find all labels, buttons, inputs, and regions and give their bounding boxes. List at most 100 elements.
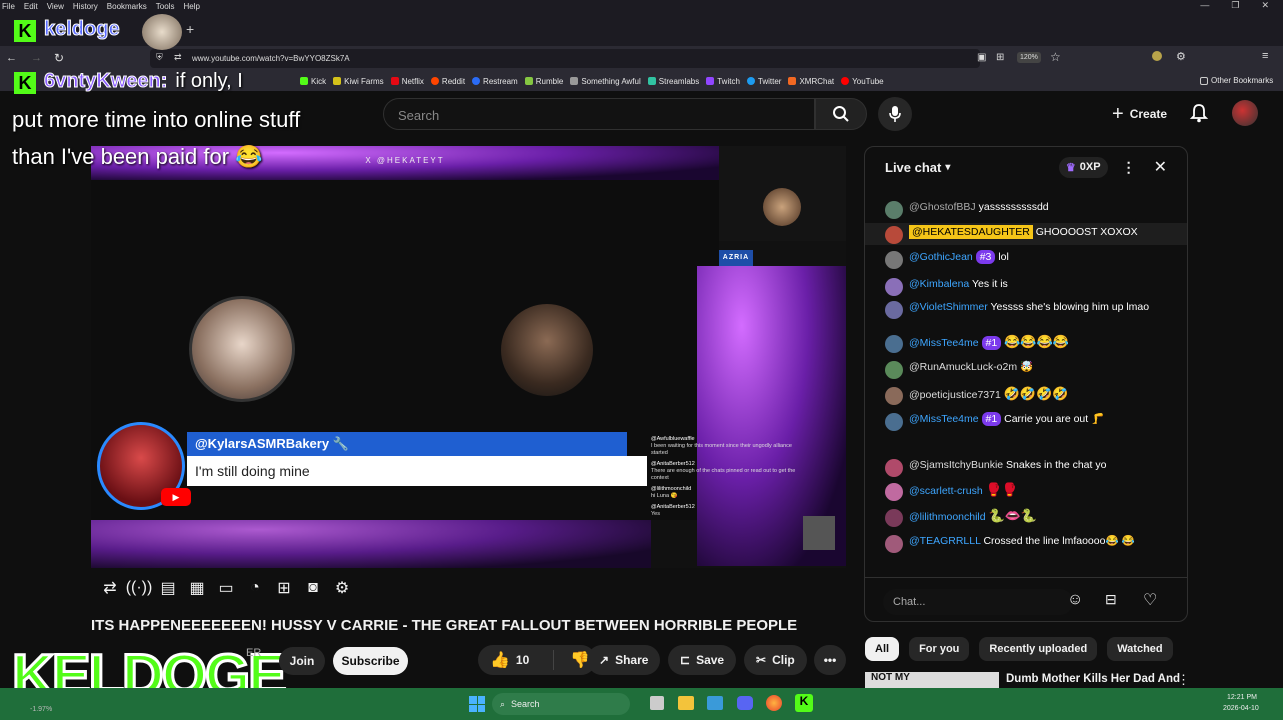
chat-message[interactable]: @lilithmoonchild 🐍👄🐍 [885, 509, 1175, 527]
dislike-button[interactable]: 👎 [560, 650, 590, 670]
bookmark-xmrchat[interactable]: XMRChat [788, 77, 834, 86]
file-explorer-icon[interactable] [678, 696, 694, 710]
bookmark-twitch[interactable]: Twitch [706, 77, 740, 86]
chat-message[interactable]: @VioletShimmer Yessss she's blowing him … [885, 301, 1175, 319]
discord-icon[interactable] [737, 696, 753, 710]
forward-icon[interactable]: → [31, 52, 42, 64]
bookmark-restream[interactable]: Restream [472, 77, 518, 86]
like-button[interactable]: 👍 10 [478, 650, 554, 670]
account-avatar[interactable] [1232, 100, 1258, 126]
bookmark-rumble[interactable]: Rumble [524, 77, 563, 86]
chat-message[interactable]: @poeticjustice7371 🤣🤣🤣🤣 [885, 387, 1175, 405]
menu-edit[interactable]: Edit [24, 2, 38, 11]
bookmark-reddit[interactable]: Reddit [430, 77, 465, 86]
chip-all[interactable]: All [865, 637, 900, 661]
chat-title[interactable]: Live chat [885, 160, 941, 175]
chat-message[interactable]: @HEKATESDAUGHTER GHOOOOST XOXOX [885, 225, 1175, 244]
close-chat-icon[interactable]: ✕ [1154, 157, 1167, 177]
menu-bookmarks[interactable]: Bookmarks [107, 2, 147, 11]
address-bar[interactable]: ⛨ ⇄ www.youtube.com/watch?v=BwYYO8ZSk7A [150, 49, 980, 68]
video-title: ITS HAPPENEEEEEEEN! HUSSY V CARRIE - THE… [91, 617, 798, 634]
chip-for-you[interactable]: For you [909, 637, 970, 661]
chat-message[interactable]: @RunAmuckLuck-o2m 🤯 [885, 361, 1175, 379]
video-player[interactable]: X @HEKATEYT AZRIA ▶ @KylarsASMRBakery 🔧 … [91, 146, 846, 568]
extension-icon[interactable] [1152, 51, 1162, 61]
chip-recently-uploaded[interactable]: Recently uploaded [979, 637, 1098, 661]
save-button[interactable]: ⊏ Save [668, 645, 737, 675]
reload-icon[interactable]: ↻ [54, 51, 64, 65]
speed-icon[interactable]: ◔ [245, 578, 265, 598]
bookmark-somethingawful[interactable]: Something Awful [570, 77, 641, 86]
settings-gear-icon[interactable]: ⚙ [332, 578, 352, 598]
subtitles-icon[interactable]: ▤ [158, 578, 178, 598]
super-chat-icon[interactable]: ⊟ [1105, 591, 1117, 608]
bookmark-netflix[interactable]: Netflix [390, 77, 424, 86]
xp-badge[interactable]: ♛ 0XP [1058, 156, 1108, 178]
menu-file[interactable]: File [2, 2, 15, 11]
search-input[interactable]: Search [383, 98, 815, 130]
join-button[interactable]: Join [279, 647, 325, 675]
hamburger-menu-icon[interactable]: ≡ [1262, 50, 1268, 62]
rec-more-icon[interactable]: ⋮ [1177, 672, 1190, 688]
bookmark-kick[interactable]: Kick [300, 77, 326, 86]
chat-input[interactable]: Chat... [883, 589, 1073, 615]
emoji-icon[interactable]: ☺ [1067, 591, 1083, 609]
menu-history[interactable]: History [73, 2, 98, 11]
search-button[interactable] [815, 98, 867, 130]
voice-search-button[interactable] [878, 97, 912, 131]
repeat-icon[interactable]: ⇄ [100, 578, 120, 598]
chat-message[interactable]: @MissTee4me #1 Carrie you are out 🦵 [885, 412, 1175, 431]
clapper-icon[interactable]: ▦ [187, 578, 207, 598]
lock-icon[interactable]: ⇄ [174, 52, 182, 63]
chat-avatar [885, 509, 903, 527]
create-button[interactable]: + Create [1104, 99, 1175, 129]
zoom-level[interactable]: 120% [1017, 52, 1041, 63]
shield-icon[interactable]: ⛨ [156, 52, 163, 63]
menu-view[interactable]: View [47, 2, 64, 11]
bookmark-kiwifarms[interactable]: Kiwi Farms [333, 77, 384, 86]
chat-message[interactable]: @scarlett-crush 🥊🥊 [885, 483, 1175, 501]
more-vertical-icon[interactable]: ⋮ [1122, 159, 1136, 176]
share-button[interactable]: ↗ Share [587, 645, 661, 675]
chat-message[interactable]: @GothicJean #3 lol [885, 250, 1175, 269]
back-icon[interactable]: ← [6, 52, 17, 64]
more-actions-button[interactable]: ••• [814, 645, 846, 675]
url-text[interactable]: www.youtube.com/watch?v=BwYYO8ZSk7A [192, 54, 350, 63]
kick-taskbar-icon[interactable]: K [795, 694, 813, 712]
chip-watched[interactable]: Watched [1107, 637, 1173, 661]
app-icon[interactable] [707, 696, 723, 710]
filter-chips: All For you Recently uploaded Watched [865, 637, 1173, 661]
scissors-icon: ✂ [756, 653, 767, 667]
chat-message[interactable]: @TEAGRRLLL Crossed the line lmfaoooo😂 😂 [885, 535, 1175, 553]
picture-icon[interactable]: ▭ [216, 578, 236, 598]
subscribe-button[interactable]: Subscribe [333, 647, 408, 675]
new-tab-icon[interactable]: + [186, 21, 194, 37]
heart-icon[interactable]: ♡ [1143, 590, 1157, 610]
firefox-icon[interactable] [766, 695, 782, 711]
bookmark-streamlabs[interactable]: Streamlabs [647, 77, 699, 86]
chat-message[interactable]: @GhostofBBJ yasssssssssdd [885, 201, 1175, 219]
chevron-down-icon[interactable]: ▾ [945, 162, 950, 173]
screenshot-icon[interactable]: ⊞ [996, 52, 1004, 63]
rec-thumbnail[interactable]: NOT MY [865, 672, 999, 688]
clip-button[interactable]: ✂ Clip [744, 645, 807, 675]
other-bookmarks[interactable]: Other Bookmarks [1200, 76, 1273, 85]
camera-icon[interactable]: ◙ [303, 578, 323, 598]
rec-title[interactable]: Dumb Mother Kills Her Dad And [1006, 673, 1180, 685]
task-view-icon[interactable] [650, 696, 664, 710]
menu-tools[interactable]: Tools [156, 2, 175, 11]
live-icon[interactable]: ((·)) [126, 578, 153, 598]
chat-message[interactable]: @Kimbalena Yes it is [885, 278, 1175, 296]
bookmark-youtube[interactable]: YouTube [841, 77, 884, 86]
bookmark-twitter[interactable]: Twitter [746, 77, 781, 86]
chat-message[interactable]: @SjamsItchyBunkie Snakes in the chat yo [885, 459, 1175, 477]
reader-view-icon[interactable]: ▣ [977, 52, 986, 63]
notifications-bell-icon[interactable] [1188, 102, 1210, 124]
puzzle-icon[interactable]: ⚙ [1176, 50, 1186, 63]
menu-help[interactable]: Help [183, 2, 199, 11]
star-icon[interactable]: ☆ [1050, 50, 1061, 64]
windows-start-icon[interactable] [469, 696, 485, 712]
taskbar-search[interactable]: ⌕ Search [492, 693, 630, 715]
add-icon[interactable]: ⊞ [274, 578, 294, 598]
chat-message[interactable]: @MissTee4me #1 😂😂😂😂 [885, 335, 1175, 353]
